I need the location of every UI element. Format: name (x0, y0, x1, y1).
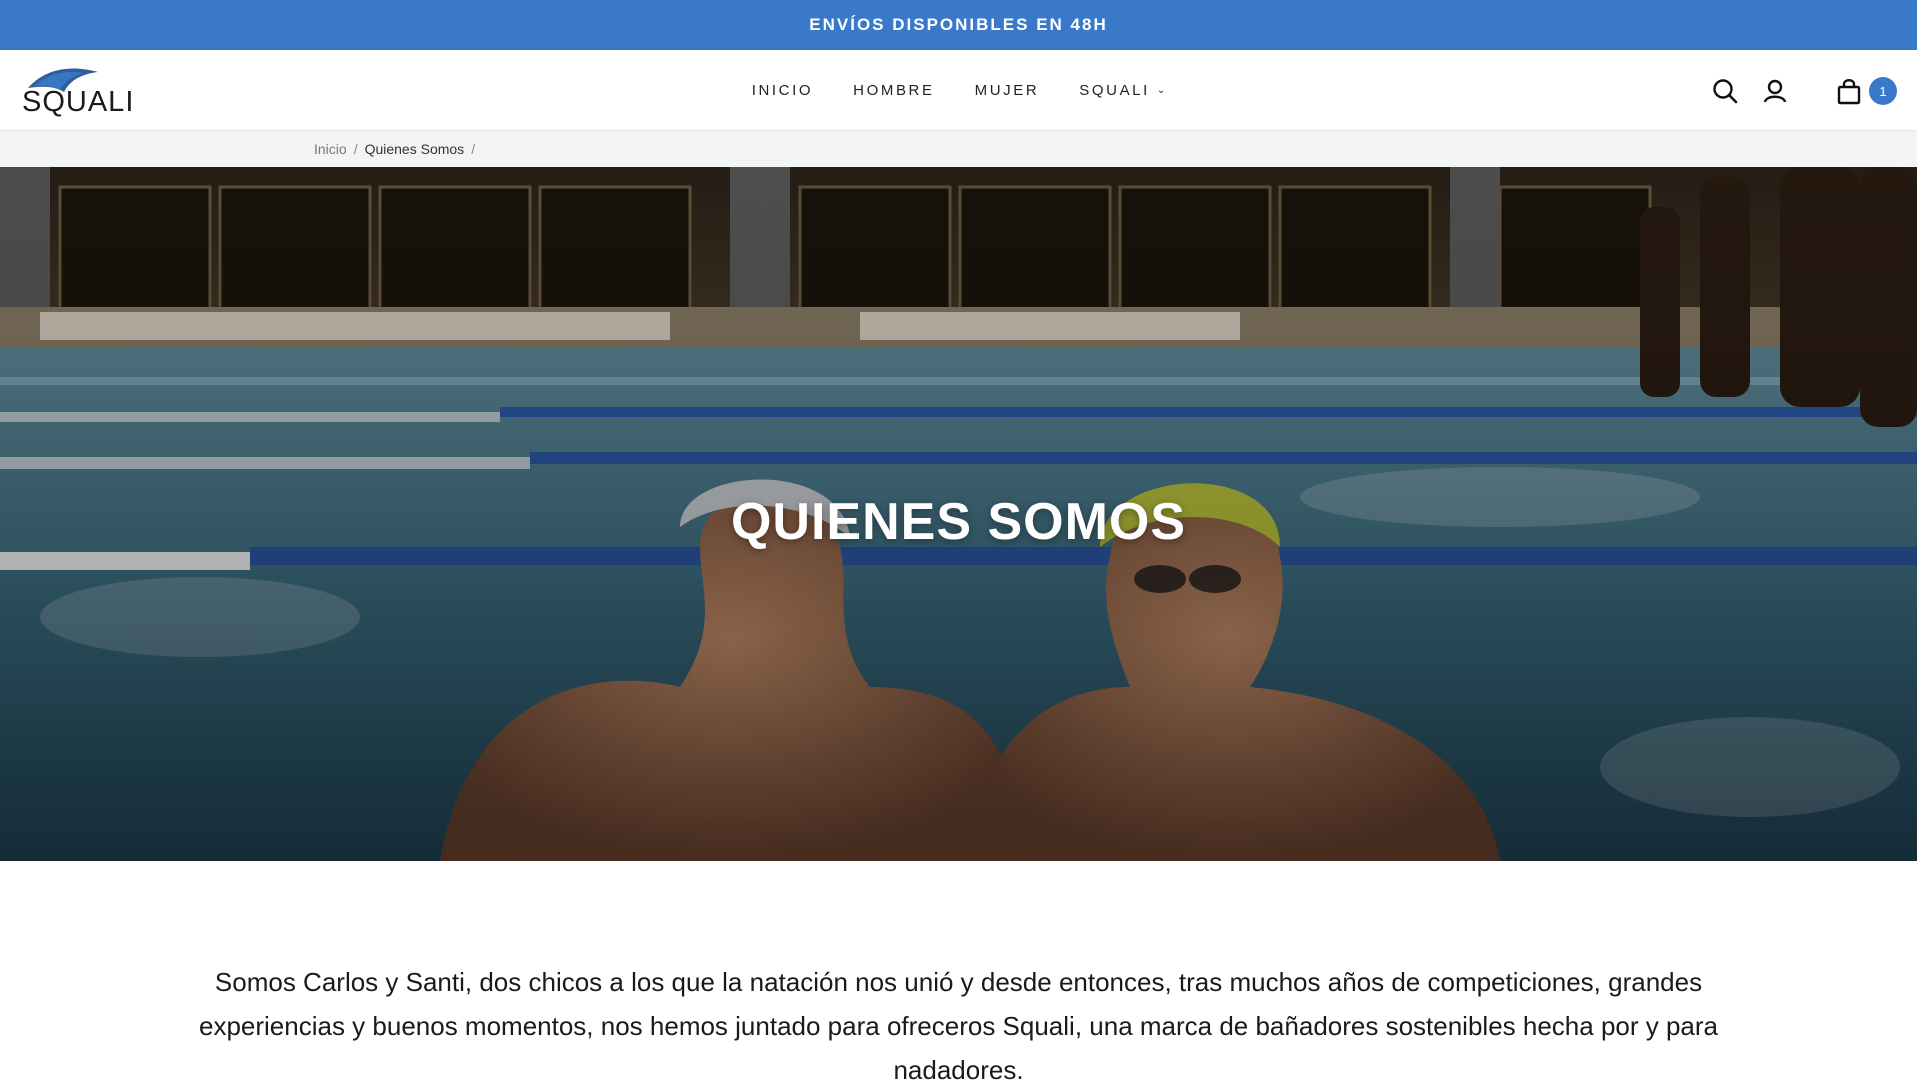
breadcrumb-home[interactable]: Inicio (314, 141, 347, 157)
main-nav: INICIO HOMBRE MUJER SQUALI ⌄ (0, 50, 1917, 131)
nav-item-inicio[interactable]: INICIO (752, 82, 813, 99)
chevron-down-icon: ⌄ (1156, 85, 1166, 96)
nav-item-squali[interactable]: SQUALI ⌄ (1079, 82, 1165, 99)
nav-label: SQUALI (1079, 82, 1150, 99)
breadcrumb: Inicio / Quienes Somos / (0, 131, 1917, 167)
breadcrumb-separator: / (353, 141, 358, 157)
cart-icon (1837, 79, 1861, 105)
breadcrumb-separator: / (471, 141, 476, 157)
search-button[interactable] (1710, 76, 1740, 106)
cart-button[interactable] (1834, 76, 1864, 106)
nav-label: HOMBRE (853, 82, 935, 99)
cart-count-badge[interactable]: 1 (1869, 77, 1897, 105)
account-icon (1763, 79, 1787, 103)
nav-item-mujer[interactable]: MUJER (975, 82, 1040, 99)
intro-text: Somos Carlos y Santi, dos chicos a los q… (198, 967, 1719, 1085)
announcement-bar: ENVÍOS DISPONIBLES EN 48H (0, 0, 1917, 50)
site-header: SQUALI INICIO HOMBRE MUJER SQUALI ⌄ (0, 50, 1917, 131)
announcement-text: ENVÍOS DISPONIBLES EN 48H (809, 15, 1108, 34)
hero-banner: QUIENES SOMOS (0, 167, 1917, 861)
breadcrumb-current: Quienes Somos (364, 141, 465, 157)
search-icon (1713, 79, 1738, 104)
nav-label: INICIO (751, 82, 814, 99)
account-button[interactable] (1760, 76, 1790, 106)
nav-item-hombre[interactable]: HOMBRE (853, 82, 934, 99)
hero-title: QUIENES SOMOS (730, 493, 1187, 551)
nav-label: MUJER (974, 82, 1040, 99)
